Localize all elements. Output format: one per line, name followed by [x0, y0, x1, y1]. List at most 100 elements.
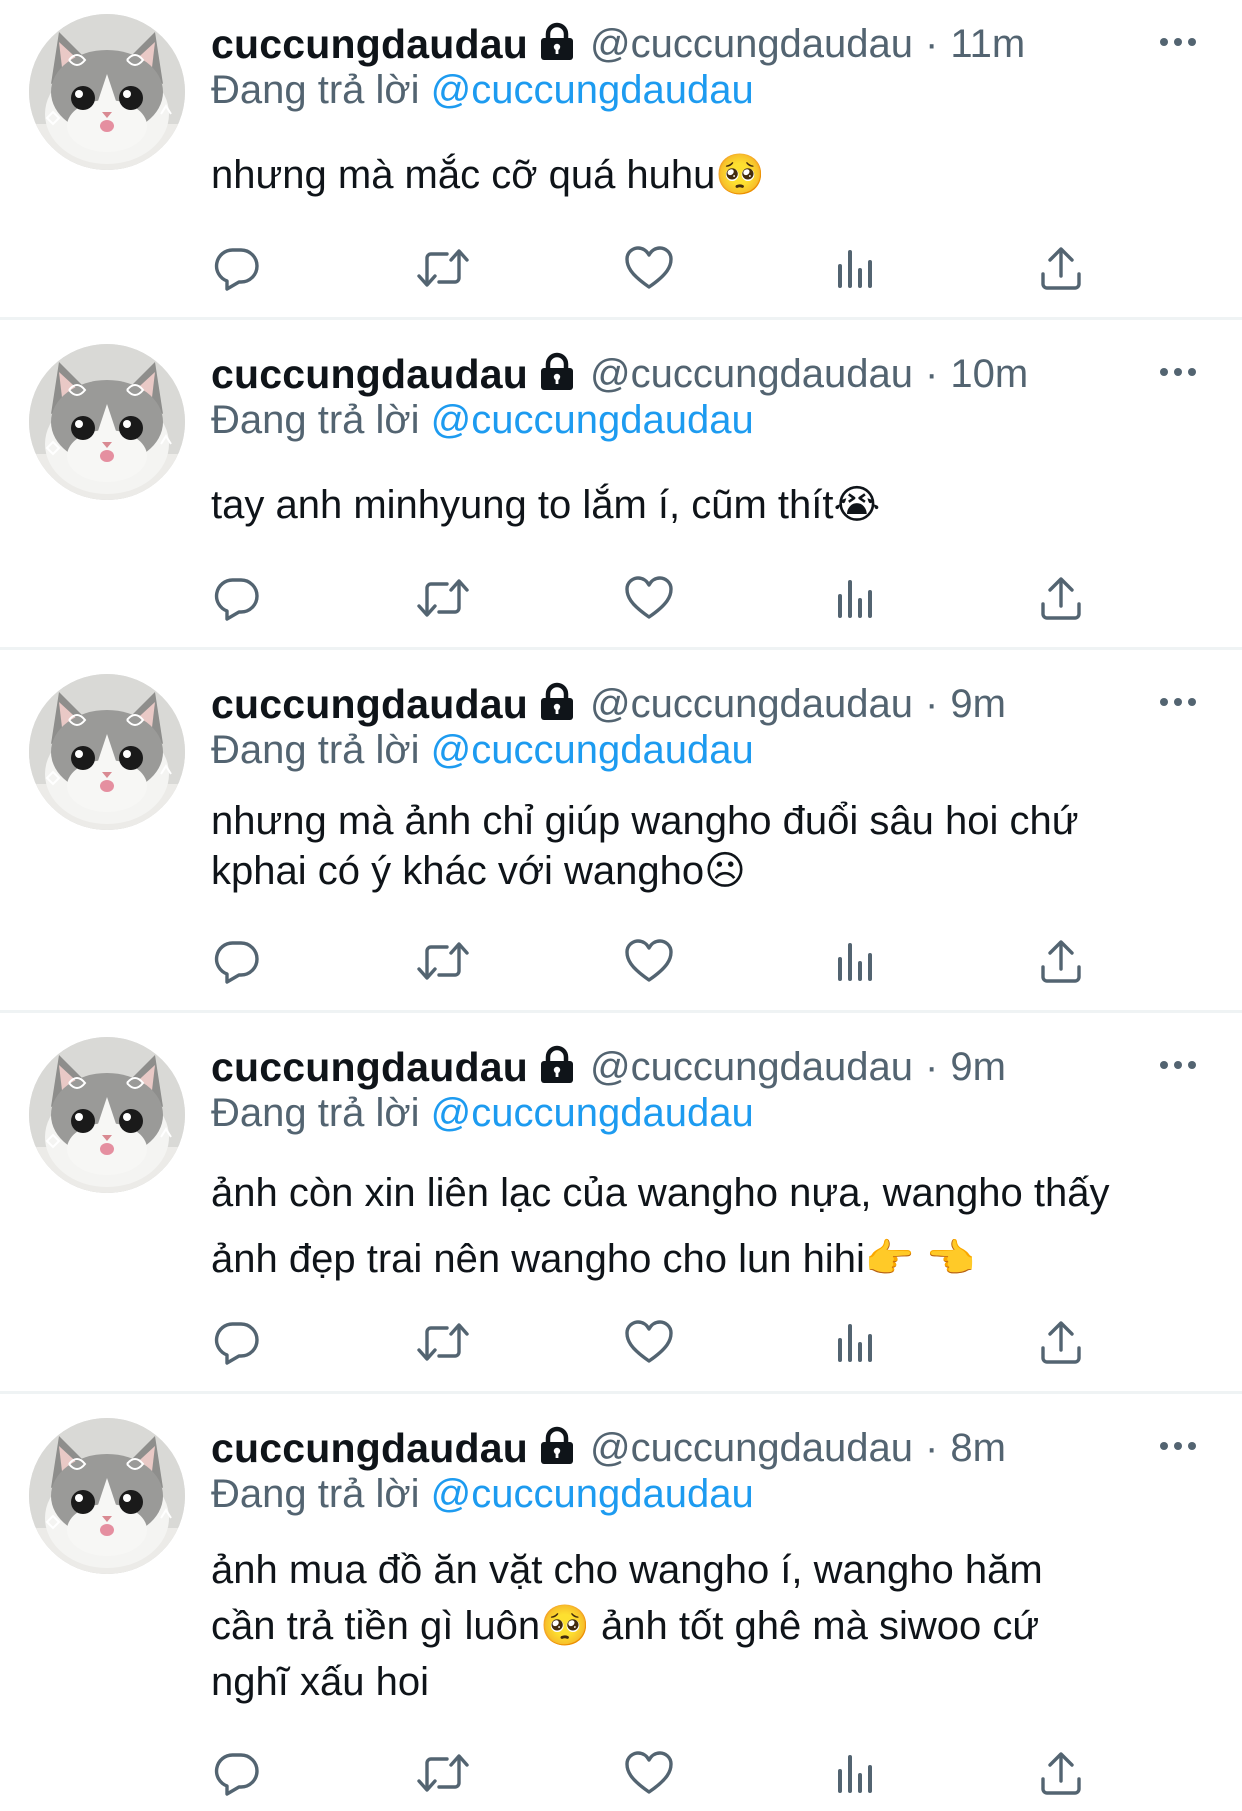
views-button[interactable] — [827, 933, 883, 989]
separator-dot: · — [925, 681, 939, 726]
avatar[interactable] — [29, 344, 185, 500]
user-handle[interactable]: @cuccungdaudau — [590, 1426, 913, 1471]
separator-dot: · — [925, 1425, 939, 1470]
retweet-button[interactable] — [415, 933, 471, 989]
tweet-text-line: nhưng mà mắc cỡ quá huhu🥺 — [211, 153, 766, 197]
tweet-actions — [0, 570, 1242, 626]
user-handle[interactable]: @cuccungdaudau — [590, 1045, 913, 1090]
share-button[interactable] — [1033, 1314, 1089, 1370]
tweet-text: tay anh minhyung to lắm í, cũm thít😭 — [211, 478, 1211, 532]
lock-icon — [538, 1045, 576, 1090]
tweet-text-line: ảnh đẹp trai nên wangho cho lun hihi👉 👈 — [211, 1237, 976, 1281]
tweet-divider — [0, 647, 1242, 650]
user-handle[interactable]: @cuccungdaudau — [590, 22, 913, 67]
retweet-icon — [417, 1323, 469, 1361]
like-button[interactable] — [621, 570, 677, 626]
avatar[interactable] — [29, 14, 185, 170]
lock-icon — [538, 352, 576, 397]
reply-icon — [214, 1753, 259, 1796]
mention-link[interactable]: @cuccungdaudau — [431, 1472, 754, 1516]
tweet-header: cuccungdaudau @cuccungdaudau · 9m — [211, 1043, 1006, 1091]
retweet-button[interactable] — [415, 1314, 471, 1370]
retweet-button[interactable] — [415, 570, 471, 626]
share-button[interactable] — [1033, 933, 1089, 989]
tweet-actions — [0, 933, 1242, 989]
tweet-actions — [0, 1745, 1242, 1801]
separator-dot: · — [925, 1044, 939, 1089]
reply-button[interactable] — [209, 1745, 265, 1801]
views-button[interactable] — [827, 1745, 883, 1801]
views-button[interactable] — [827, 240, 883, 296]
tweet-text-line: kphai có ý khác với wangho☹ — [211, 849, 746, 893]
more-dots-icon[interactable] — [1158, 32, 1198, 52]
timestamp[interactable]: 9m — [950, 682, 1006, 727]
display-name[interactable]: cuccungdaudau — [211, 681, 528, 728]
reply-button[interactable] — [209, 1314, 265, 1370]
retweet-button[interactable] — [415, 1745, 471, 1801]
reply-button[interactable] — [209, 933, 265, 989]
analytics-icon — [838, 1755, 872, 1793]
analytics-icon — [838, 580, 872, 618]
timestamp[interactable]: 11m — [950, 22, 1025, 67]
tweet-text-line: nhưng mà ảnh chỉ giúp wangho đuổi sâu ho… — [211, 799, 1079, 843]
share-icon — [1041, 247, 1081, 290]
share-button[interactable] — [1033, 240, 1089, 296]
tweet-text: nhưng mà mắc cỡ quá huhu🥺 — [211, 148, 1211, 202]
more-dots-icon[interactable] — [1158, 692, 1198, 712]
display-name[interactable]: cuccungdaudau — [211, 1425, 528, 1472]
display-name[interactable]: cuccungdaudau — [211, 351, 528, 398]
mention-link[interactable]: @cuccungdaudau — [431, 1091, 754, 1135]
analytics-icon — [838, 1324, 872, 1362]
separator-dot: · — [925, 21, 939, 66]
tweet-text-line: ảnh còn xin liên lạc của wangho nựa, wan… — [211, 1171, 1110, 1215]
reply-icon — [214, 1322, 259, 1365]
avatar[interactable] — [29, 1418, 185, 1574]
replying-to-label: Đang trả lời — [211, 1091, 420, 1135]
timestamp[interactable]: 10m — [950, 352, 1028, 397]
heart-icon — [625, 1320, 673, 1363]
heart-icon — [625, 1751, 673, 1794]
more-dots-icon[interactable] — [1158, 362, 1198, 382]
mention-link[interactable]: @cuccungdaudau — [431, 68, 754, 112]
retweet-icon — [417, 249, 469, 287]
display-name[interactable]: cuccungdaudau — [211, 21, 528, 68]
mention-link[interactable]: @cuccungdaudau — [431, 398, 754, 442]
tweet-divider — [0, 1391, 1242, 1394]
like-button[interactable] — [621, 933, 677, 989]
replying-to: Đang trả lời @cuccungdaudau — [211, 398, 754, 443]
reply-icon — [214, 941, 259, 984]
views-button[interactable] — [827, 570, 883, 626]
like-button[interactable] — [621, 240, 677, 296]
replying-to: Đang trả lời @cuccungdaudau — [211, 68, 754, 113]
replying-to: Đang trả lời @cuccungdaudau — [211, 1091, 754, 1136]
retweet-button[interactable] — [415, 240, 471, 296]
reply-button[interactable] — [209, 570, 265, 626]
reply-icon — [214, 578, 259, 621]
share-button[interactable] — [1033, 1745, 1089, 1801]
lock-icon — [538, 1426, 576, 1471]
user-handle[interactable]: @cuccungdaudau — [590, 682, 913, 727]
avatar[interactable] — [29, 1037, 185, 1193]
views-button[interactable] — [827, 1314, 883, 1370]
reply-button[interactable] — [209, 240, 265, 296]
more-dots-icon[interactable] — [1158, 1055, 1198, 1075]
display-name[interactable]: cuccungdaudau — [211, 1044, 528, 1091]
mention-link[interactable]: @cuccungdaudau — [431, 728, 754, 772]
tweet-text: ảnh còn xin liên lạc của wangho nựa, wan… — [211, 1160, 1211, 1292]
cat-avatar-image — [29, 1418, 185, 1574]
like-button[interactable] — [621, 1314, 677, 1370]
avatar[interactable] — [29, 674, 185, 830]
heart-icon — [625, 576, 673, 619]
tweet-header: cuccungdaudau @cuccungdaudau · 8m — [211, 1424, 1006, 1472]
like-button[interactable] — [621, 1745, 677, 1801]
more-dots-icon[interactable] — [1158, 1436, 1198, 1456]
share-button[interactable] — [1033, 570, 1089, 626]
user-handle[interactable]: @cuccungdaudau — [590, 352, 913, 397]
lock-icon — [538, 682, 576, 727]
lock-icon — [538, 22, 576, 67]
timestamp[interactable]: 9m — [950, 1045, 1006, 1090]
tweet-text-line: nghĩ xấu hoi — [211, 1660, 429, 1704]
timestamp[interactable]: 8m — [950, 1426, 1006, 1471]
replying-to: Đang trả lời @cuccungdaudau — [211, 1472, 754, 1517]
tweet-header: cuccungdaudau @cuccungdaudau · 11m — [211, 20, 1025, 68]
